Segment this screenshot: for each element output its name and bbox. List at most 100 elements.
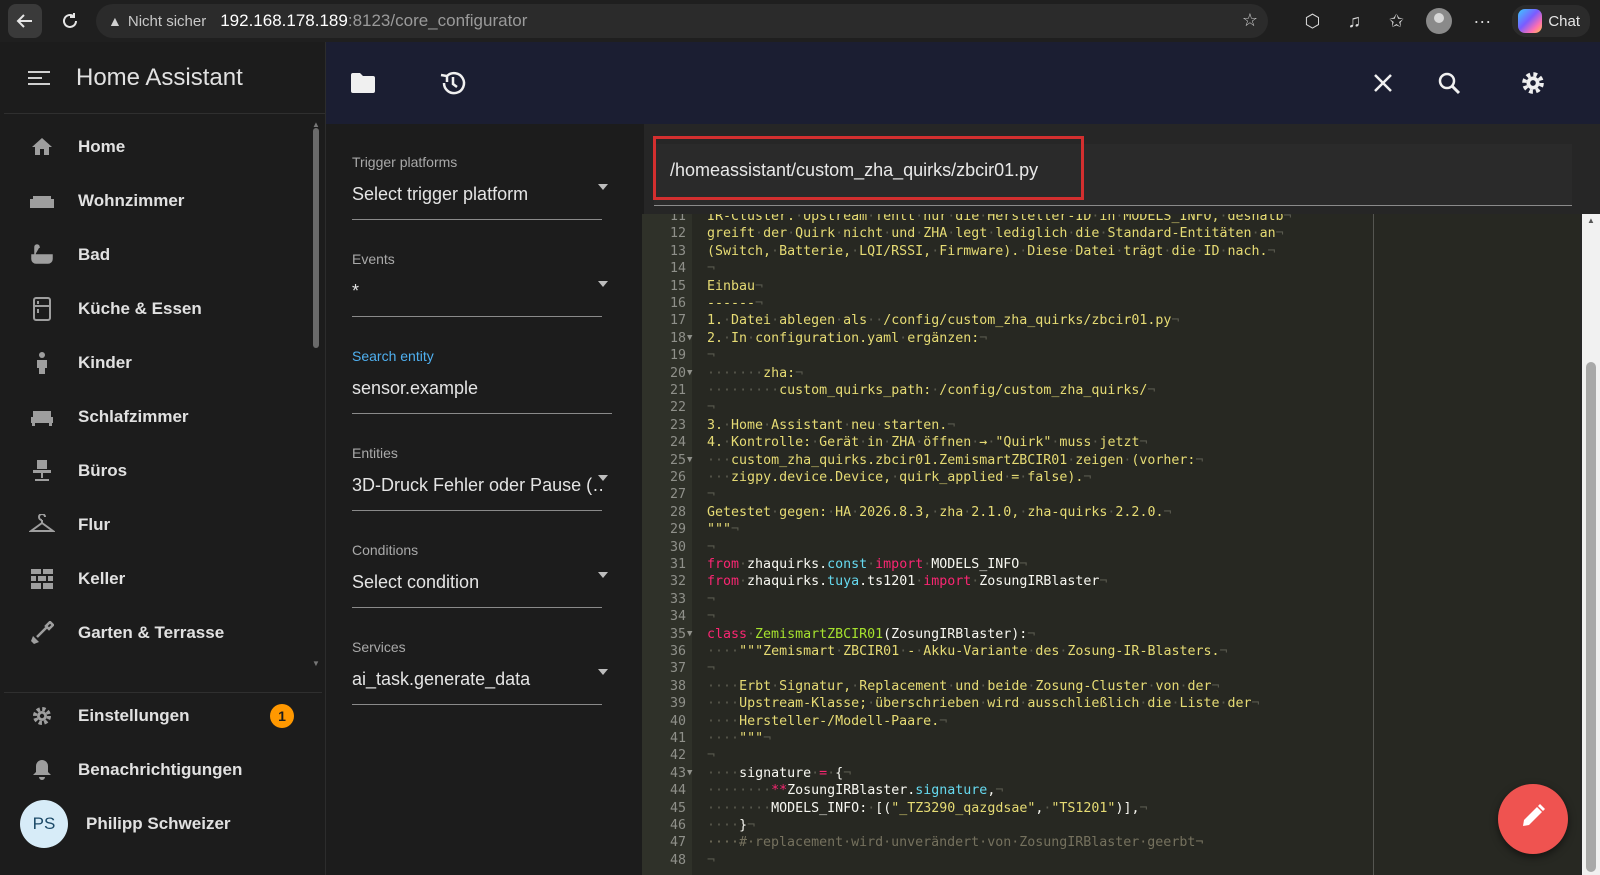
line-number: 18: [669, 330, 686, 346]
code-line: 45 ········MODELS_INFO:·[("_TZ3290_qazgds…: [642, 800, 1580, 817]
gear-icon[interactable]: [1518, 68, 1548, 98]
editor-scrollbar[interactable]: ▲: [1582, 214, 1600, 875]
code-line: 40 ····Hersteller-/Modell-Paare.¬: [642, 713, 1580, 730]
sidebar-scroll-down-icon[interactable]: ▼: [312, 659, 320, 668]
sidebar-item-label: Benachrichtigungen: [78, 760, 243, 779]
copilot-chat-button[interactable]: Chat: [1512, 5, 1590, 37]
code-line: 26 ···zigpy.device.Device,·quirk_applied·…: [642, 469, 1580, 486]
line-number: 35: [669, 626, 686, 642]
field-value: 3D-Druck Fehler oder Pause (…: [352, 475, 602, 495]
folder-icon[interactable]: [348, 68, 378, 98]
code-line: 12 greift·der·Quirk·nicht·und·ZHA·legt·le…: [642, 225, 1580, 242]
code-text: (Switch,·Batterie,·LQI/RSSI,·Firmware).·…: [707, 243, 1276, 259]
code-editor[interactable]: 11 IR-Cluster.·Upstream·fehlt·nur·die·Her…: [642, 214, 1580, 875]
field-underline: [352, 316, 602, 317]
profile-icon[interactable]: [1426, 8, 1453, 34]
line-number: 31: [669, 557, 686, 572]
code-text: ¬: [707, 591, 716, 607]
code-text: from·zhaquirks.tuya.ts1201·import·Zosung…: [707, 574, 1108, 590]
conditions-select[interactable]: Conditions Select condition: [352, 542, 608, 608]
menu-icon[interactable]: [28, 67, 50, 89]
sidebar-item-kinder[interactable]: Kinder: [4, 336, 322, 390]
code-text: class·ZemismartZBCIR01(ZosungIRBlaster):…: [707, 626, 1036, 642]
search-icon[interactable]: [1434, 68, 1464, 98]
search-entity-input[interactable]: Search entity sensor.example: [352, 348, 612, 414]
trigger-platform-select[interactable]: Trigger platforms Select trigger platfor…: [352, 154, 608, 220]
fold-arrow-icon[interactable]: ▼: [687, 626, 692, 643]
code-line: 41 ····"""¬: [642, 730, 1580, 747]
sidebar-item-benachrichtigungen[interactable]: Benachrichtigungen: [4, 743, 322, 797]
line-number: 20: [669, 365, 686, 381]
extensions-icon[interactable]: ⬡: [1300, 11, 1324, 32]
field-value: *: [352, 281, 360, 301]
line-number: 42: [669, 748, 686, 764]
line-number: 48: [669, 852, 686, 868]
code-text: 3.·Home·Assistant·neu·starten.¬: [707, 417, 956, 433]
line-number: 16: [669, 296, 686, 311]
configurator-panel: Trigger platforms Select trigger platfor…: [326, 124, 644, 875]
code-text: greift·der·Quirk·nicht·und·ZHA·legt·ledi…: [707, 226, 1284, 242]
field-underline: [352, 510, 602, 511]
sidebar-item-home[interactable]: Home: [4, 120, 322, 174]
dropdown-arrow-icon: [598, 669, 608, 675]
home-icon: [28, 133, 56, 161]
line-number: 30: [669, 539, 686, 555]
scrollbar-thumb[interactable]: [1586, 362, 1596, 872]
back-icon[interactable]: [8, 4, 42, 38]
sidebar-item-garten[interactable]: Garten & Terrasse: [4, 606, 322, 660]
human-child-icon: [28, 349, 56, 377]
sidebar-item-bueros[interactable]: Büros: [4, 444, 322, 498]
code-line: 29 """¬: [642, 521, 1580, 538]
media-icon[interactable]: ♫: [1342, 11, 1366, 32]
notification-badge: 1: [270, 704, 294, 728]
code-line: 39 ····Upstream-Klasse;·überschrieben·wir…: [642, 695, 1580, 712]
sidebar-item-flur[interactable]: Flur: [4, 498, 322, 552]
sidebar-item-label: Küche & Essen: [78, 299, 202, 318]
code-line: 33 ¬: [642, 591, 1580, 608]
code-line: 46 ····}¬: [642, 817, 1580, 834]
close-icon[interactable]: [1368, 68, 1398, 98]
history-icon[interactable]: [438, 68, 468, 98]
more-icon[interactable]: ···: [1470, 11, 1494, 32]
line-number: 38: [669, 678, 686, 694]
line-number: 39: [669, 696, 686, 712]
code-line: 37 ¬: [642, 660, 1580, 677]
fold-arrow-icon[interactable]: ▼: [687, 452, 692, 469]
code-text: ········MODELS_INFO:·[("_TZ3290_qazgdsae…: [707, 800, 1148, 816]
address-bar[interactable]: ▲ Nicht sicher 192.168.178.189:8123/core…: [96, 4, 1268, 38]
line-number: 46: [669, 818, 686, 833]
sidebar-item-kueche[interactable]: Küche & Essen: [4, 282, 322, 336]
code-line: 11 IR-Cluster.·Upstream·fehlt·nur·die·Her…: [642, 214, 1580, 225]
code-text: ····Upstream-Klasse;·überschrieben·wird·…: [707, 696, 1260, 712]
reload-icon[interactable]: [54, 5, 86, 37]
fold-arrow-icon[interactable]: ▼: [687, 365, 692, 382]
url-host: 192.168.178.189: [220, 11, 348, 30]
entities-select[interactable]: Entities 3D-Druck Fehler oder Pause (…: [352, 445, 608, 511]
code-text: ····"""¬: [707, 731, 772, 746]
code-text: 4.·Kontrolle:·Gerät·in·ZHA·öffnen·→·"Qui…: [707, 435, 1148, 451]
events-select[interactable]: Events *: [352, 251, 608, 317]
line-number: 19: [669, 348, 686, 364]
star-icon[interactable]: ☆: [1242, 10, 1258, 31]
sidebar-item-wohnzimmer[interactable]: Wohnzimmer: [4, 174, 322, 228]
code-line: 43 ▼ ····signature·=·{¬: [642, 765, 1580, 782]
code-text: ¬: [707, 609, 716, 625]
code-text: from·zhaquirks.const·import·MODELS_INFO¬: [707, 557, 1028, 572]
edit-fab-button[interactable]: [1498, 784, 1568, 854]
favorites-icon[interactable]: ✩: [1384, 11, 1408, 32]
app-title: Home Assistant: [76, 63, 243, 91]
scroll-up-icon[interactable]: ▲: [1587, 216, 1595, 225]
sidebar-item-profile[interactable]: PS Philipp Schweizer: [4, 797, 322, 851]
sidebar-item-bad[interactable]: Bad: [4, 228, 322, 282]
sidebar-item-keller[interactable]: Keller: [4, 552, 322, 606]
sidebar-item-schlafzimmer[interactable]: Schlafzimmer: [4, 390, 322, 444]
code-line: 36 ····"""Zemismart·ZBCIR01·-·Akku-Varian…: [642, 643, 1580, 660]
sidebar-item-einstellungen[interactable]: Einstellungen 1: [4, 689, 322, 743]
services-select[interactable]: Services ai_task.generate_data: [352, 639, 608, 705]
bathtub-icon: [28, 241, 56, 269]
fold-arrow-icon[interactable]: ▼: [687, 330, 692, 347]
code-text: 1.·Datei·ablegen·als··/config/custom_zha…: [707, 313, 1180, 329]
code-text: ····"""Zemismart·ZBCIR01·-·Akku-Variante…: [707, 644, 1228, 659]
code-text: IR-Cluster.·Upstream·fehlt·nur·die·Herst…: [707, 214, 1292, 224]
fold-arrow-icon[interactable]: ▼: [687, 765, 692, 782]
